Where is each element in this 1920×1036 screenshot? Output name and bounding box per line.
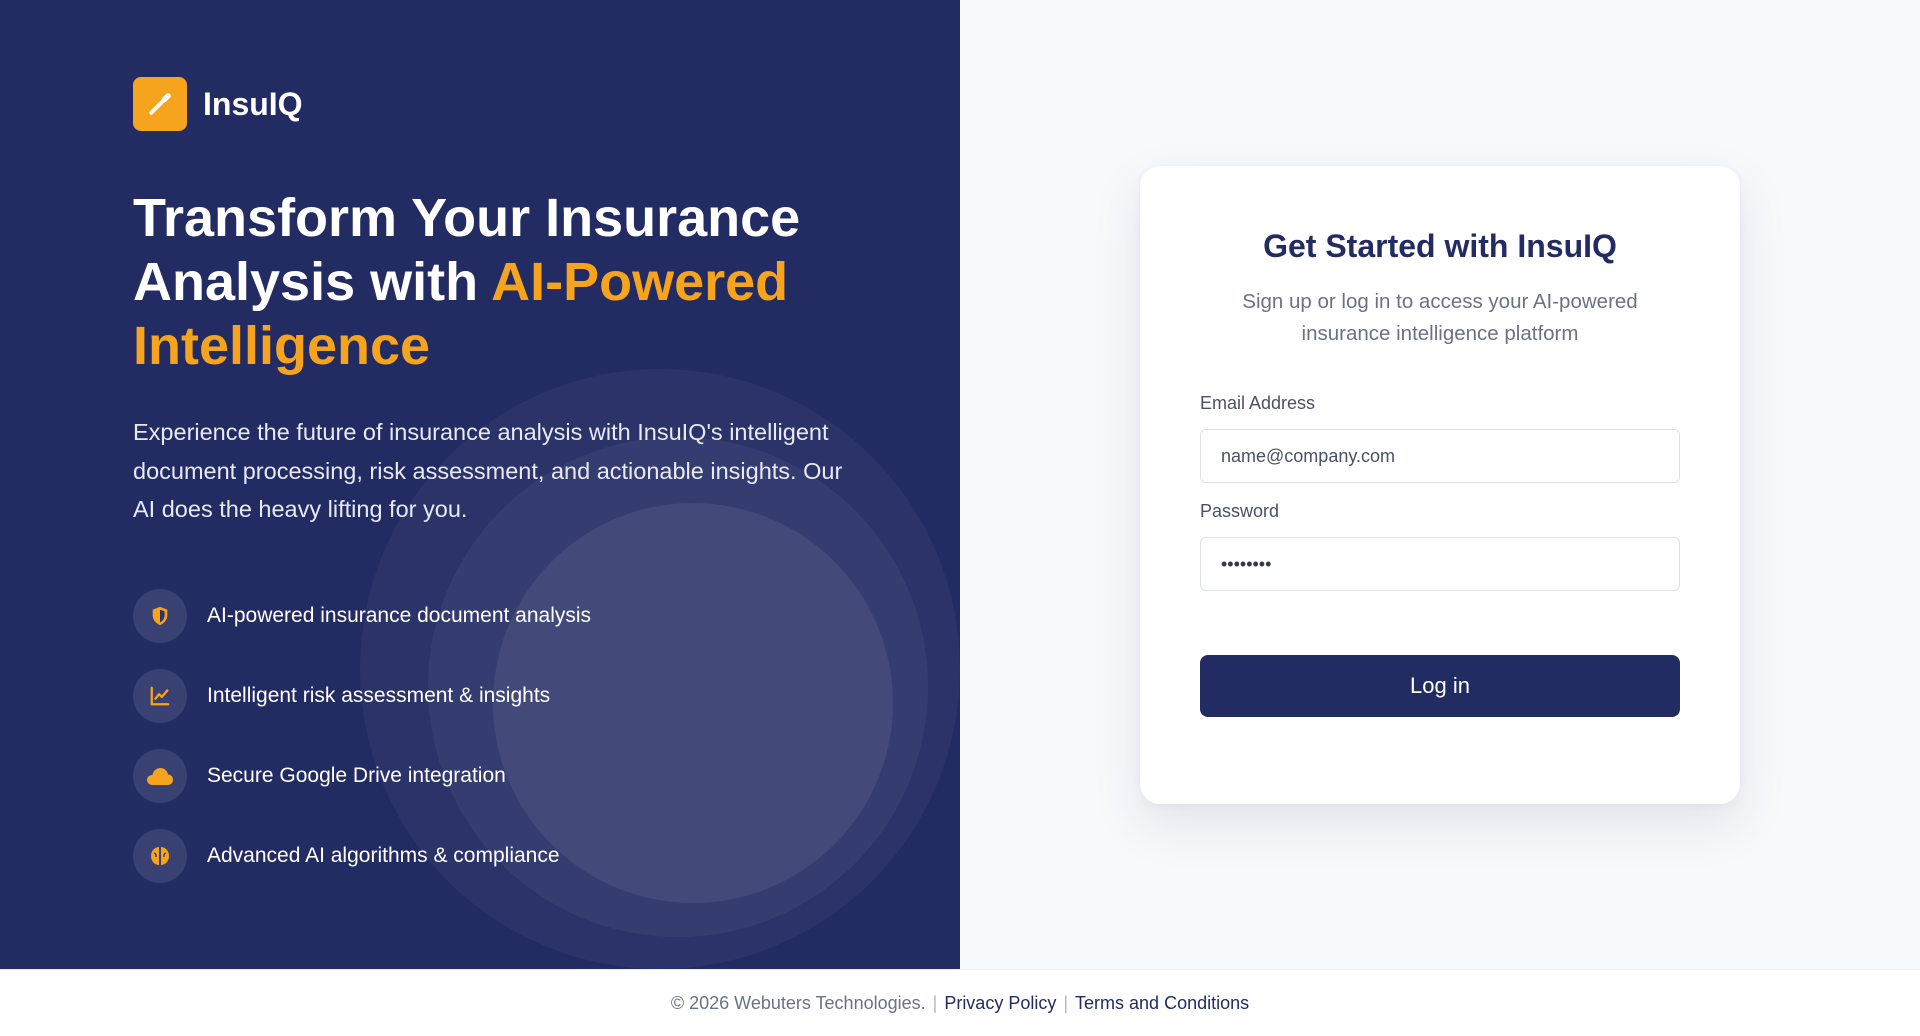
feature-item: Secure Google Drive integration xyxy=(133,748,853,803)
privacy-policy-link[interactable]: Privacy Policy xyxy=(944,993,1056,1014)
footer: © 2026 Webuters Technologies. | Privacy … xyxy=(0,969,1920,1036)
hero-headline: Transform Your Insurance Analysis with A… xyxy=(133,186,833,378)
footer-separator: | xyxy=(932,992,938,1013)
password-label: Password xyxy=(1200,501,1280,521)
hero-description: Experience the future of insurance analy… xyxy=(133,419,843,522)
copyright-text: © 2026 Webuters Technologies. xyxy=(670,992,926,1013)
brand: InsuIQ xyxy=(133,77,853,131)
feature-label: Intelligent risk assessment & insights xyxy=(207,683,551,707)
login-button[interactable]: Log in xyxy=(1200,655,1680,717)
email-field[interactable] xyxy=(1200,429,1680,483)
brand-name: InsuIQ xyxy=(203,85,303,122)
login-subtitle: Sign up or log in to access your AI-powe… xyxy=(1242,290,1638,345)
feature-item: AI-powered insurance document analysis xyxy=(133,588,853,643)
feature-item: Intelligent risk assessment & insights xyxy=(133,668,853,723)
feature-label: Advanced AI algorithms & compliance xyxy=(207,843,560,867)
brain-icon xyxy=(133,828,187,883)
footer-separator: | xyxy=(1063,992,1069,1013)
auth-panel: Get Started with InsuIQ Sign up or log i… xyxy=(960,0,1920,969)
login-title: Get Started with InsuIQ xyxy=(1263,228,1617,264)
feature-label: Secure Google Drive integration xyxy=(207,763,506,787)
password-field[interactable] xyxy=(1200,537,1680,591)
login-card: Get Started with InsuIQ Sign up or log i… xyxy=(1140,166,1740,804)
feature-list: AI-powered insurance document analysis I… xyxy=(133,588,853,883)
hero-content: InsuIQ Transform Your Insurance Analysis… xyxy=(133,77,853,909)
shield-icon xyxy=(133,588,187,643)
terms-link[interactable]: Terms and Conditions xyxy=(1075,993,1249,1014)
pencil-icon xyxy=(133,77,187,131)
cloud-icon xyxy=(133,748,187,803)
hero-panel: InsuIQ Transform Your Insurance Analysis… xyxy=(0,0,960,969)
email-label: Email Address xyxy=(1200,393,1316,413)
feature-item: Advanced AI algorithms & compliance xyxy=(133,828,853,883)
chart-line-icon xyxy=(133,668,187,723)
feature-label: AI-powered insurance document analysis xyxy=(207,603,592,627)
login-page: InsuIQ Transform Your Insurance Analysis… xyxy=(0,0,1920,1036)
